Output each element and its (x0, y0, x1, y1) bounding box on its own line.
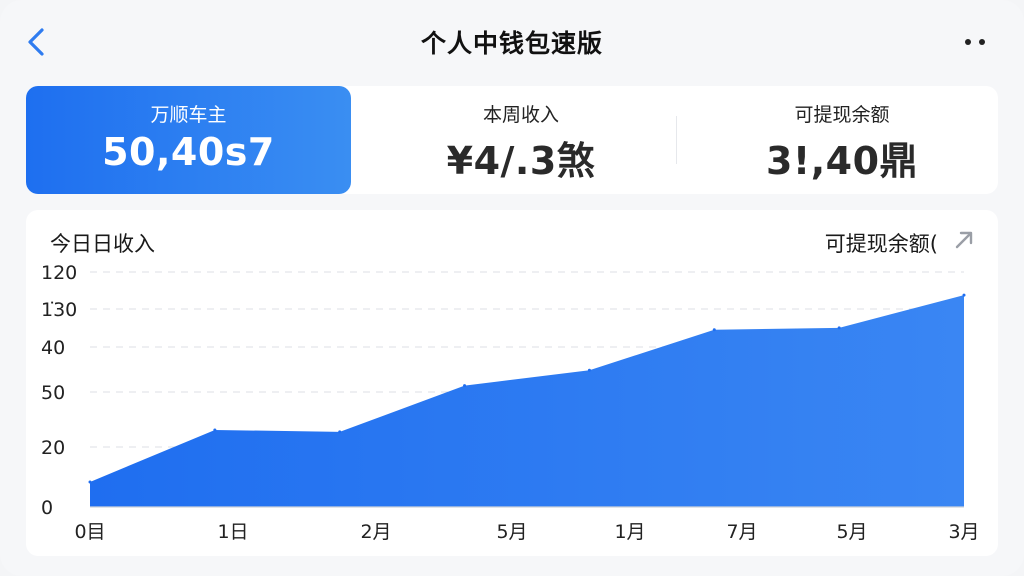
data-point (463, 384, 467, 388)
x-tick-label: 2月 (360, 521, 391, 543)
data-point (962, 293, 966, 297)
stat-card-withdrawable[interactable]: 可提现余额 3!,40鼎 (686, 86, 998, 194)
stat-value: 50,40s7 (102, 130, 275, 174)
x-tick-label: 0目 (74, 521, 105, 543)
stat-value: ¥4/.3煞 (446, 139, 596, 183)
top-bar: 个人中钱包速版 (0, 0, 1024, 84)
income-chart-card: 120 1͘30 40 50 20 0 0目 1日 2月 5月 1月 7月 5月 3月 今日日收入 可提现… (26, 210, 998, 556)
more-dots-icon (965, 39, 985, 45)
stat-label: 可提现余额 (794, 104, 890, 126)
stat-label: 万顺车主 (150, 104, 227, 126)
data-point (213, 428, 217, 432)
expand-arrow-icon[interactable] (952, 228, 976, 252)
page-title: 个人中钱包速版 (420, 29, 603, 58)
data-point (587, 368, 591, 372)
divider (676, 116, 677, 164)
stat-label: 本周收入 (482, 104, 559, 126)
data-point (712, 328, 716, 332)
y-tick-label: 20 (41, 437, 65, 459)
stat-value: 3!,40鼎 (765, 139, 919, 183)
y-tick-label: 0 (41, 497, 53, 519)
x-tick-label: 5月 (836, 521, 867, 543)
stat-card-owner[interactable]: 万顺车主 50,40s7 (26, 86, 351, 194)
data-point (88, 480, 92, 484)
more-button[interactable] (958, 28, 998, 56)
data-point (837, 326, 841, 330)
withdrawable-link[interactable]: 可提现余额( (825, 228, 938, 258)
stats-panel: 万顺车主 50,40s7 本周收入 ¥4/.3煞 可提现余额 3!,40鼎 (26, 86, 998, 194)
stat-card-weekly-income[interactable]: 本周收入 ¥4/.3煞 (361, 86, 681, 194)
y-tick-label: 50 (41, 382, 65, 404)
x-tick-label: 1月 (614, 521, 645, 543)
y-tick-label: 120 (41, 262, 77, 284)
x-tick-label: 1日 (217, 521, 248, 543)
income-area-chart: 120 1͘30 40 50 20 0 0目 1日 2月 5月 1月 7月 5月 3月 (41, 262, 980, 543)
x-tick-label: 7月 (726, 521, 757, 543)
data-point (338, 430, 342, 434)
chart-title: 今日日收入 (50, 232, 155, 256)
area-series-fill (90, 295, 964, 507)
y-tick-label: 1͘30 (41, 299, 77, 321)
x-tick-label: 5月 (496, 521, 527, 543)
x-tick-label: 3月 (948, 521, 979, 543)
app-window: 个人中钱包速版 万顺车主 50,40s7 本周收入 ¥4/.3煞 可提现余额 3… (0, 0, 1024, 576)
y-tick-label: 40 (41, 337, 65, 359)
